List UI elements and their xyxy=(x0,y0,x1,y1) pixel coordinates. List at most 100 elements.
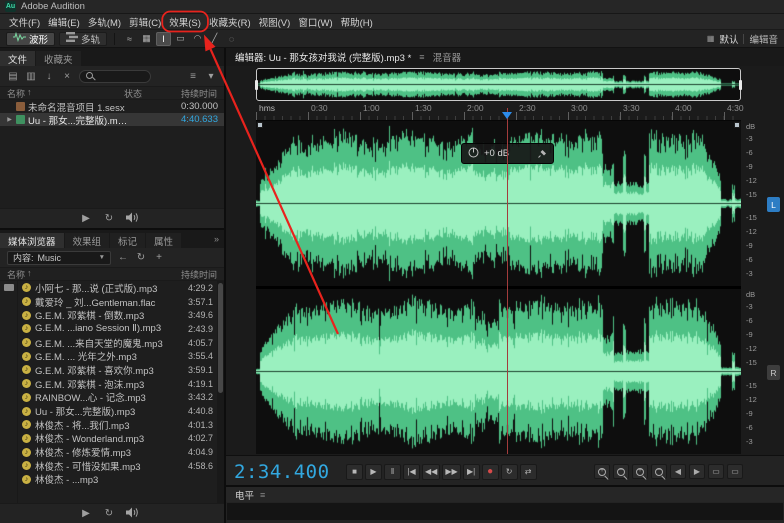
show-spectral-button[interactable]: ▦ xyxy=(139,32,154,46)
levels-panel-menu-icon[interactable]: ≡ xyxy=(260,490,265,500)
record-button[interactable]: ● xyxy=(482,464,499,480)
media-row[interactable]: ♪林俊杰 - 修炼爱情.mp34:04.9 xyxy=(18,445,217,459)
zoom-navigator[interactable] xyxy=(256,68,741,101)
channel-right-badge[interactable]: R xyxy=(767,365,780,380)
zoom-selection-button[interactable]: ▭ xyxy=(708,464,724,479)
lasso-selection-tool[interactable]: ◠ xyxy=(190,32,205,46)
mixer-tab[interactable]: 混音器 xyxy=(433,50,462,64)
menu-item-edit[interactable]: 编辑(E) xyxy=(44,15,84,29)
fade-out-handle[interactable] xyxy=(734,122,740,128)
multitrack-mode-button[interactable]: 多轨 xyxy=(59,32,107,46)
zoom-in-point-button[interactable]: ◀ xyxy=(670,464,686,479)
zoom-full-button[interactable]: ▭ xyxy=(727,464,743,479)
time-selection-tool[interactable]: I xyxy=(156,32,171,46)
tab-favorites[interactable]: 收藏夹 xyxy=(36,51,81,66)
files-panel-menu-icon[interactable]: ≡ xyxy=(187,71,199,82)
drive-icon[interactable] xyxy=(4,284,14,291)
media-row[interactable]: ♪G.E.M. ...iano Session Ⅱ).mp32:43.9 xyxy=(18,322,217,336)
menu-item-view[interactable]: 视图(V) xyxy=(255,15,295,29)
preview-play-button[interactable]: ▶ xyxy=(80,213,92,224)
file-row[interactable]: 未命名混音项目 1.sesx0:30.000 xyxy=(0,100,224,113)
files-more-icon[interactable]: ▾ xyxy=(205,71,217,82)
more-panels-icon[interactable]: » xyxy=(209,234,224,244)
waveform-display[interactable]: +0 dB xyxy=(256,121,741,454)
timeline-ruler[interactable]: hms 0:301:001:302:002:303:003:304:004:30 xyxy=(256,103,741,121)
expander-icon[interactable]: ▶ xyxy=(6,116,13,123)
menu-item-file[interactable]: 文件(F) xyxy=(5,15,44,29)
column-duration-header[interactable]: 持续时间 xyxy=(165,87,217,100)
show-waveform-button[interactable]: ≈ xyxy=(122,32,137,46)
levels-header[interactable]: 电平 ≡ xyxy=(226,487,784,502)
marquee-selection-tool[interactable]: ▭ xyxy=(173,32,188,46)
time-display[interactable]: 2:34.400 xyxy=(234,461,346,483)
preview-play-button[interactable]: ▶ xyxy=(80,508,92,519)
menu-item-clip[interactable]: 剪辑(C) xyxy=(125,15,165,29)
workspace-switcher[interactable]: ▦ 默认 编辑音 xyxy=(707,32,778,46)
menu-item-favorites[interactable]: 收藏夹(R) xyxy=(205,15,255,29)
zoom-out-point-button[interactable]: ▶ xyxy=(689,464,705,479)
scrollbar-thumb[interactable] xyxy=(218,283,223,393)
range-handle-left[interactable] xyxy=(255,80,258,90)
menu-item-multitrack[interactable]: 多轨(M) xyxy=(84,15,125,29)
media-column-duration-header[interactable]: 持续时间 xyxy=(165,268,217,281)
preview-volume-button[interactable] xyxy=(126,212,139,226)
skip-selection-button[interactable]: ⇄ xyxy=(520,464,537,480)
fade-in-handle[interactable] xyxy=(257,122,263,128)
spot-healing-brush-tool[interactable]: ◌ xyxy=(224,32,239,46)
media-row[interactable]: ♪林俊杰 - 将...我们.mp34:01.3 xyxy=(18,418,217,432)
zoom-out-vertical-button[interactable]: − xyxy=(651,464,667,479)
preview-volume-button[interactable] xyxy=(126,507,139,521)
media-row[interactable]: ♪戴爱玲 _ 刘...Gentleman.flac3:57.1 xyxy=(18,295,217,309)
file-row[interactable]: ▶Uu - 那女...完整版).mp3 *4:40.633 xyxy=(0,113,224,126)
tab-markers[interactable]: 标记 xyxy=(110,233,145,248)
zoom-out-button[interactable]: − xyxy=(613,464,629,479)
media-row[interactable]: ♪Uu - 那女...完整版).mp34:40.8 xyxy=(18,404,217,418)
tab-files[interactable]: 文件 xyxy=(0,51,35,66)
close-file-icon[interactable]: × xyxy=(61,71,73,82)
playhead-line[interactable] xyxy=(507,108,508,454)
fast-forward-button[interactable]: ▶▶ xyxy=(442,464,460,480)
content-dropdown[interactable]: 内容: Music ▼ xyxy=(7,251,111,265)
panel-menu-icon[interactable]: ≡ xyxy=(419,52,424,62)
waveform-channel-right[interactable] xyxy=(256,289,741,454)
stop-button[interactable]: ■ xyxy=(346,464,363,480)
media-row[interactable]: ♪林俊杰 - Wonderland.mp34:02.7 xyxy=(18,432,217,446)
column-name-header[interactable]: 名称↑ xyxy=(7,87,121,100)
workspace-default-label[interactable]: 默认 xyxy=(719,32,738,46)
preview-loop-button[interactable]: ↻ xyxy=(103,508,115,519)
zoom-in-vertical-button[interactable]: + xyxy=(632,464,648,479)
tab-properties[interactable]: 属性 xyxy=(146,233,181,248)
channel-left-badge[interactable]: L xyxy=(767,197,780,212)
media-row[interactable]: ♪G.E.M. ... 光年之外.mp33:55.4 xyxy=(18,349,217,363)
media-row[interactable]: ♪G.E.M. 邓紫棋 - 倒数.mp33:49.6 xyxy=(18,308,217,322)
range-frame[interactable] xyxy=(256,68,741,101)
open-file-icon[interactable]: ▥ xyxy=(25,71,37,82)
media-row[interactable]: ♪林俊杰 - 可惜没如果.mp34:58.6 xyxy=(18,459,217,473)
search-input[interactable] xyxy=(79,70,151,83)
media-scrollbar[interactable] xyxy=(217,281,224,503)
media-row[interactable]: ♪RAINBOW...心 - 记念.mp33:43.2 xyxy=(18,391,217,405)
workspace-edit-audio-label[interactable]: 编辑音 xyxy=(749,32,778,46)
waveform-mode-button[interactable]: 波形 xyxy=(6,32,55,46)
move-cti-next-button[interactable]: ▶| xyxy=(463,464,480,480)
zoom-in-button[interactable]: + xyxy=(594,464,610,479)
preview-loop-button[interactable]: ↻ xyxy=(103,213,115,224)
pin-icon[interactable] xyxy=(538,149,547,158)
play-button[interactable]: ▶ xyxy=(365,464,382,480)
gain-value[interactable]: +0 dB xyxy=(484,148,509,159)
paintbrush-tool[interactable]: ╱ xyxy=(207,32,222,46)
media-row[interactable]: ♪林俊杰 - ...mp3 xyxy=(18,473,217,487)
tab-media-browser[interactable]: 媒体浏览器 xyxy=(0,233,64,248)
playhead-handle[interactable] xyxy=(502,112,512,119)
menu-item-window[interactable]: 窗口(W) xyxy=(294,15,336,29)
menu-item-effects[interactable]: 效果(S) xyxy=(165,15,205,29)
pause-button[interactable]: ‖ xyxy=(384,464,401,480)
loop-playback-button[interactable]: ↻ xyxy=(501,464,518,480)
back-icon[interactable]: ← xyxy=(117,252,129,263)
media-row[interactable]: ♪G.E.M. ...来自天堂的魔鬼.mp34:05.7 xyxy=(18,336,217,350)
tab-effects-rack[interactable]: 效果组 xyxy=(65,233,110,248)
column-status-header[interactable]: 状态 xyxy=(124,87,162,100)
media-row[interactable]: ♪G.E.M. 邓紫棋 - 喜欢你.mp33:59.1 xyxy=(18,363,217,377)
range-handle-right[interactable] xyxy=(739,80,742,90)
menu-item-help[interactable]: 帮助(H) xyxy=(337,15,377,29)
